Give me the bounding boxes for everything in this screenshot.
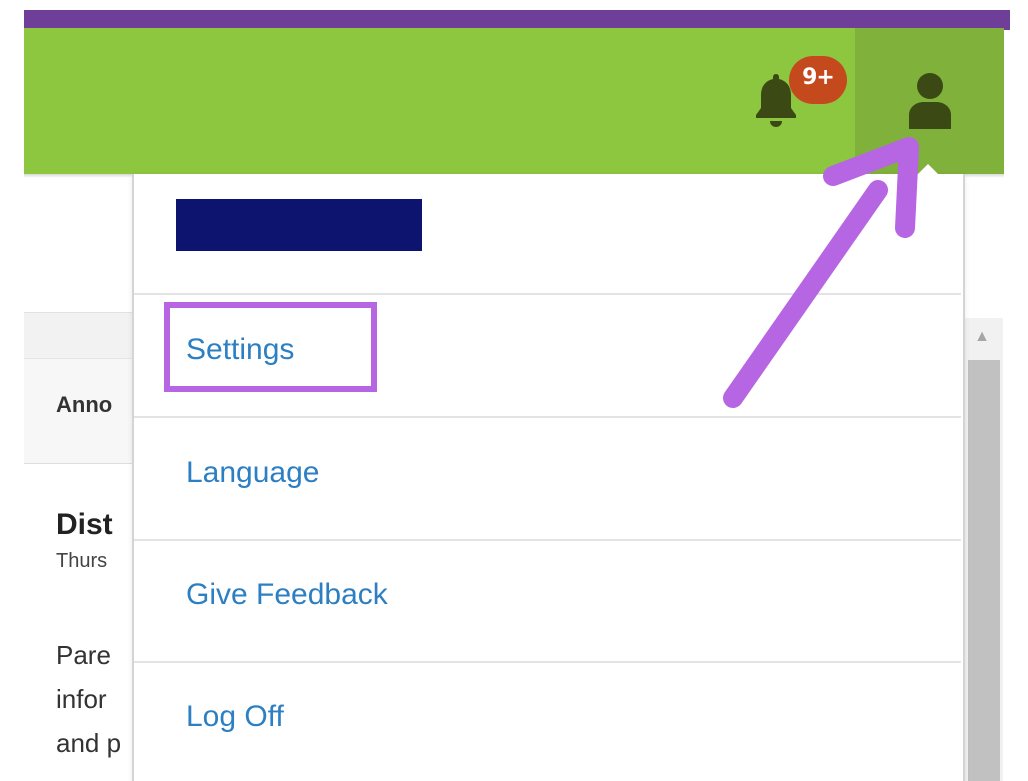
- menu-divider: [134, 416, 961, 418]
- post-body-line: infor: [56, 684, 107, 714]
- menu-divider: [134, 539, 961, 541]
- scrollbar-thumb[interactable]: [968, 360, 1000, 781]
- menu-item-give-feedback[interactable]: Give Feedback: [186, 578, 388, 612]
- tab-announcements[interactable]: Anno: [56, 392, 112, 418]
- annotation-highlight-box: [164, 302, 377, 392]
- menu-item-log-off[interactable]: Log Off: [186, 700, 284, 734]
- scroll-up-arrow-icon[interactable]: ▲: [962, 322, 1002, 352]
- redacted-username: [176, 199, 422, 251]
- page: 9+ Anno Dist Thurs Pare infor and p ▲ Se…: [0, 0, 1028, 781]
- menu-item-language[interactable]: Language: [186, 456, 319, 490]
- post-body-line: and p: [56, 728, 122, 758]
- user-icon: [909, 73, 951, 129]
- post-date: Thurs: [56, 550, 108, 572]
- post-body-line: Pare: [56, 640, 111, 670]
- post-title: Dist: [56, 508, 113, 541]
- menu-divider: [134, 293, 961, 295]
- menu-divider: [134, 661, 961, 663]
- post-body: Pare infor and p: [56, 633, 121, 765]
- notification-count-badge: 9+: [789, 56, 847, 104]
- menu-caret: [916, 164, 940, 176]
- user-menu-button[interactable]: [855, 28, 1004, 174]
- top-stripe: [24, 10, 1010, 30]
